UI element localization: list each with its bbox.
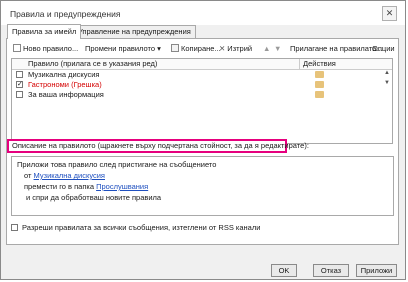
rule-name: За ваша информация <box>28 90 104 99</box>
new-rule-button[interactable]: Ново правило... <box>13 42 78 55</box>
move-down-button[interactable]: ▼ <box>274 42 281 55</box>
delete-rule-button[interactable]: ✕ Изтрий <box>219 42 252 55</box>
apply-button[interactable]: Приложи <box>356 264 397 277</box>
tab-manage-alerts[interactable]: Управление на предупреждения <box>73 25 196 38</box>
new-rule-icon <box>13 44 21 52</box>
new-rule-label: Ново правило... <box>23 44 79 53</box>
arrow-down-icon: ▼ <box>274 44 282 53</box>
scroll-down-icon[interactable]: ▼ <box>383 80 391 86</box>
delete-label: Изтрий <box>227 44 253 53</box>
email-rules-panel: Ново правило... Промени правилото ▾ Копи… <box>6 38 399 245</box>
rss-label: Разреши правилата за всички съобщения, и… <box>22 223 261 232</box>
rule-name: Музикална дискусия <box>28 70 100 79</box>
rule-description-label: Описание на правилото (щракнете върху по… <box>7 139 309 153</box>
rules-toolbar: Ново правило... Промени правилото ▾ Копи… <box>11 42 395 55</box>
rss-checkbox[interactable] <box>11 224 18 231</box>
delete-icon: ✕ <box>219 44 226 53</box>
arrow-up-icon: ▲ <box>263 44 271 53</box>
rules-and-alerts-dialog: Правила и предупреждения ✕ Правила за им… <box>0 0 406 280</box>
move-to-folder-icon <box>315 91 324 98</box>
copy-icon <box>171 44 179 52</box>
description-line: Приложи това правило след пристигане на … <box>17 160 217 169</box>
options-button[interactable]: Опции <box>372 42 395 55</box>
column-actions: Действия <box>299 59 336 69</box>
run-rules-label: Прилагане на правилата... <box>290 44 383 53</box>
move-to-folder-icon <box>315 71 324 78</box>
tab-email-rules[interactable]: Правила за имейл <box>7 24 82 39</box>
description-prefix: от <box>24 171 32 180</box>
change-rule-label: Промени правилото <box>85 44 156 53</box>
rule-row[interactable]: Музикална дискусия <box>12 70 384 80</box>
rule-name: Гастрономи (Грешка) <box>28 80 102 89</box>
move-to-folder-icon <box>315 81 324 88</box>
sender-link[interactable]: Музикална дискусия <box>34 171 105 180</box>
rule-enabled-checkbox[interactable] <box>16 71 23 78</box>
rule-enabled-checkbox[interactable]: ✓ <box>16 81 23 88</box>
options-label: Опции <box>372 44 395 53</box>
copy-label: Копиране... <box>181 44 221 53</box>
close-icon[interactable]: ✕ <box>382 6 397 21</box>
rule-description-box: Приложи това правило след пристигане на … <box>11 156 394 216</box>
rule-row[interactable]: За ваша информация <box>12 90 384 100</box>
change-rule-button[interactable]: Промени правилото ▾ <box>85 42 161 55</box>
description-line: премести го в папка Прослушвания <box>24 182 148 191</box>
rule-enabled-checkbox[interactable] <box>16 91 23 98</box>
rules-list: Правило (прилага се в указания ред) Дейс… <box>11 58 393 144</box>
description-prefix: премести го в папка <box>24 182 94 191</box>
rules-list-header: Правило (прилага се в указания ред) Дейс… <box>12 59 392 70</box>
ok-button[interactable]: OK <box>271 264 297 277</box>
folder-link[interactable]: Прослушвания <box>96 182 148 191</box>
run-rules-button[interactable]: Прилагане на правилата... <box>290 42 383 55</box>
chevron-down-icon: ▾ <box>157 44 161 53</box>
window-title: Правила и предупреждения <box>10 9 121 19</box>
cancel-button[interactable]: Отказ <box>313 264 349 277</box>
description-line: от Музикална дискусия <box>24 171 105 180</box>
scroll-up-icon[interactable]: ▲ <box>383 70 391 76</box>
title-bar: Правила и предупреждения ✕ <box>1 1 405 25</box>
rules-list-scrollbar[interactable]: ▲ ▼ <box>383 70 391 140</box>
copy-rule-button[interactable]: Копиране... <box>171 42 221 55</box>
column-rule: Правило (прилага се в указания ред) <box>28 59 158 68</box>
description-line: и спри да обработваш новите правила <box>26 193 162 202</box>
rule-row[interactable]: ✓ Гастрономи (Грешка) <box>12 80 384 90</box>
move-up-button[interactable]: ▲ <box>263 42 270 55</box>
